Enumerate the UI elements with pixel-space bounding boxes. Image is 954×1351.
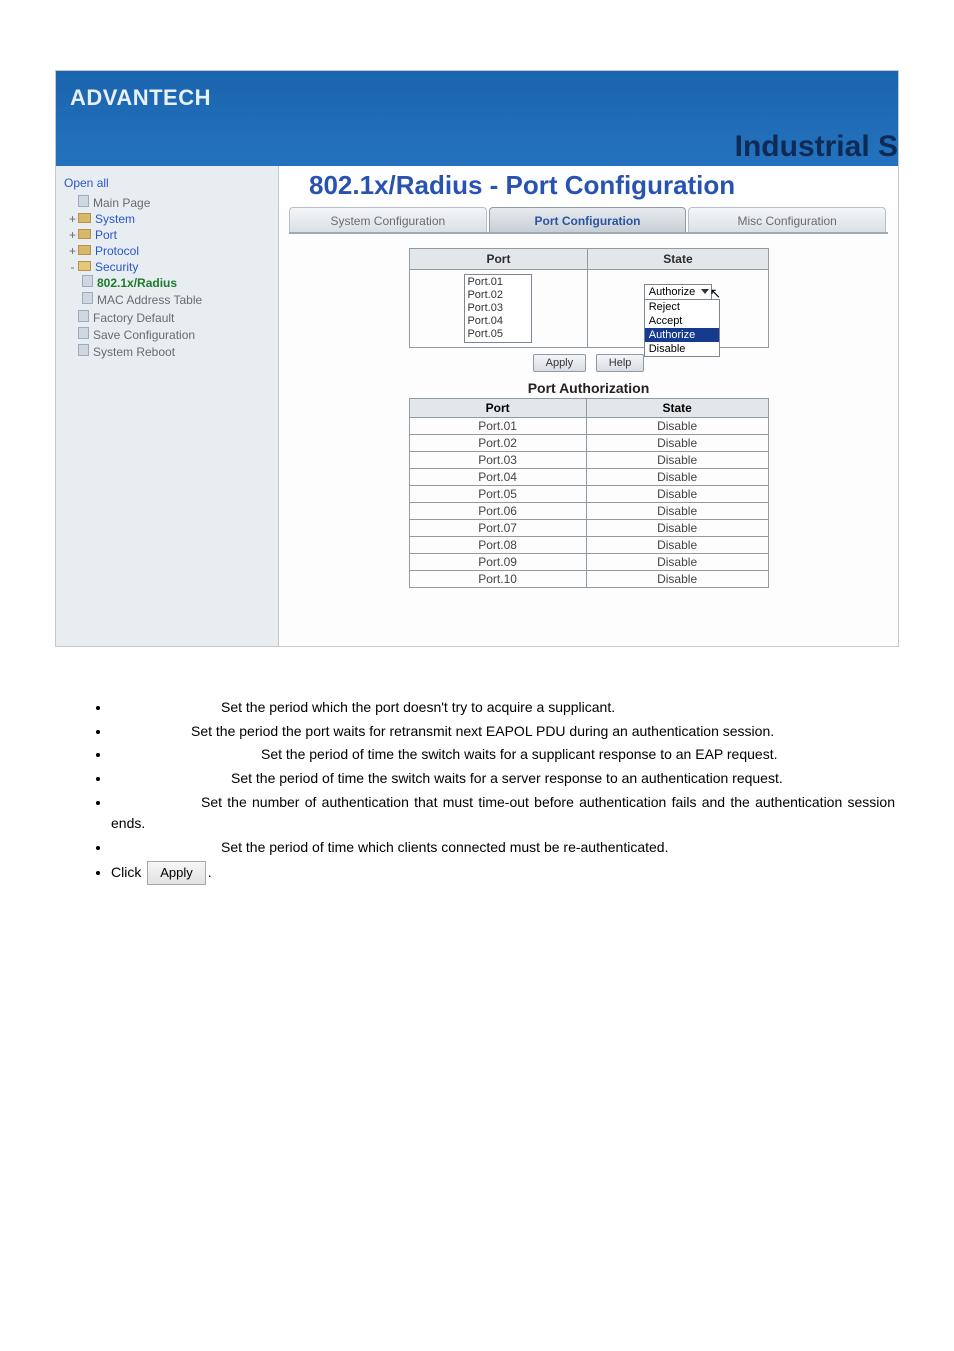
pa-col-state: State	[586, 399, 768, 418]
tab-system-configuration[interactable]: System Configuration	[289, 207, 487, 232]
collapse-icon[interactable]: -	[68, 260, 77, 274]
apply-button[interactable]: Apply	[533, 354, 587, 372]
header-banner: ADVANTECH Industrial S	[56, 71, 898, 166]
state-dropdown-list[interactable]: Reject Accept Authorize Disable	[644, 299, 720, 357]
table-row: Port.09Disable	[409, 554, 768, 571]
content-area: 802.1x/Radius - Port Configuration Syste…	[279, 166, 898, 646]
table-row: Port.06Disable	[409, 503, 768, 520]
state-option-accept[interactable]: Accept	[645, 314, 719, 328]
sidebar: Open all Main Page +System +Port +Protoc…	[56, 166, 279, 646]
tab-misc-configuration[interactable]: Misc Configuration	[688, 207, 886, 232]
table-row: Port.01Disable	[409, 418, 768, 435]
banner-suffix: Industrial S	[735, 130, 898, 164]
sidebar-item-save-configuration[interactable]: Save Configuration	[68, 326, 272, 343]
expand-icon[interactable]: +	[68, 212, 77, 226]
table-row: Port.03Disable	[409, 452, 768, 469]
table-row: Port.04Disable	[409, 469, 768, 486]
table-row: Port.08Disable	[409, 537, 768, 554]
state-option-authorize[interactable]: Authorize	[645, 328, 719, 342]
doc-text: Set the period which the port doesn't tr…	[59, 697, 895, 885]
sidebar-item-security[interactable]: -Security 802.1x/Radius MAC Address Tabl…	[68, 259, 272, 309]
brand-logo: ADVANTECH	[70, 85, 211, 111]
sidebar-item-protocol[interactable]: +Protocol	[68, 243, 272, 259]
state-option-reject[interactable]: Reject	[645, 300, 719, 314]
nav-tree: Main Page +System +Port +Protocol -Secur…	[64, 194, 272, 360]
app-frame: ADVANTECH Industrial S Open all Main Pag…	[55, 70, 899, 647]
state-dropdown[interactable]: Authorize ↖ Reject Accept Authorize Disa…	[644, 284, 712, 300]
table-row: Port.07Disable	[409, 520, 768, 537]
port-authorization-table: Port State Port.01Disable Port.02Disable…	[409, 398, 769, 588]
expand-icon[interactable]: +	[68, 228, 77, 242]
state-option-disable[interactable]: Disable	[645, 342, 719, 356]
table-row: Port.10Disable	[409, 571, 768, 588]
sidebar-item-factory-default[interactable]: Factory Default	[68, 309, 272, 326]
open-all-link[interactable]: Open all	[64, 176, 272, 190]
sidebar-item-8021x-radius[interactable]: 802.1x/Radius	[82, 274, 272, 291]
tab-bar: System Configuration Port Configuration …	[289, 207, 888, 234]
help-button[interactable]: Help	[596, 354, 645, 372]
port-authorization-title: Port Authorization	[409, 380, 769, 396]
col-header-state: State	[588, 249, 768, 270]
sidebar-item-mac-address-table[interactable]: MAC Address Table	[82, 291, 272, 308]
page-title: 802.1x/Radius - Port Configuration	[279, 166, 898, 207]
tab-port-configuration[interactable]: Port Configuration	[489, 207, 687, 232]
config-table: Port State Port.01 Port.02 Port.03 Port.…	[409, 248, 769, 348]
sidebar-item-system[interactable]: +System	[68, 211, 272, 227]
port-multiselect[interactable]: Port.01 Port.02 Port.03 Port.04 Port.05	[464, 274, 532, 343]
col-header-port: Port	[409, 249, 588, 270]
table-row: Port.02Disable	[409, 435, 768, 452]
sidebar-item-port[interactable]: +Port	[68, 227, 272, 243]
doc-apply-button: Apply	[147, 861, 206, 885]
pa-col-port: Port	[409, 399, 586, 418]
expand-icon[interactable]: +	[68, 244, 77, 258]
table-row: Port.05Disable	[409, 486, 768, 503]
sidebar-item-system-reboot[interactable]: System Reboot	[68, 343, 272, 360]
sidebar-item-main-page[interactable]: Main Page	[68, 194, 272, 211]
